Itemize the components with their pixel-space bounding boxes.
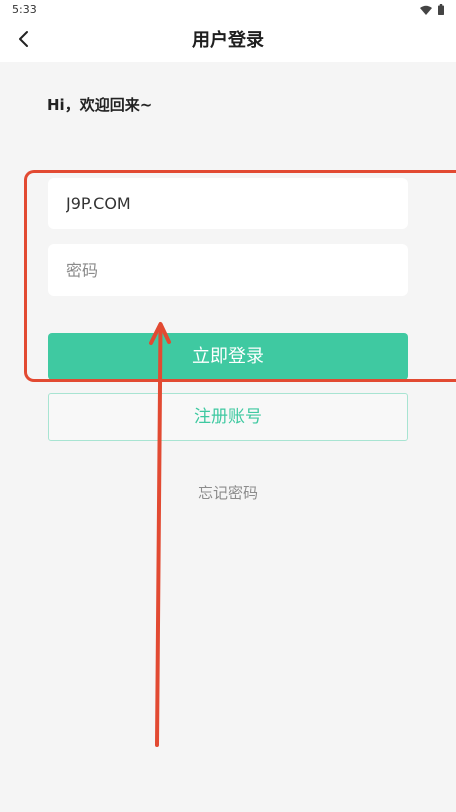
forgot-password-link[interactable]: 忘记密码 — [0, 482, 456, 503]
greeting-text: Hi，欢迎回来~ — [47, 96, 153, 114]
login-button[interactable]: 立即登录 — [48, 333, 408, 380]
status-bar: 5:33 — [0, 0, 456, 20]
status-time: 5:33 — [12, 3, 37, 16]
status-icons — [420, 4, 444, 15]
register-button[interactable]: 注册账号 — [48, 393, 408, 441]
page-title: 用户登录 — [192, 30, 264, 51]
wifi-icon — [420, 5, 432, 15]
username-input[interactable] — [48, 178, 408, 229]
password-input[interactable] — [48, 244, 408, 296]
battery-icon — [438, 4, 444, 15]
top-area: 5:33 用户登录 — [0, 0, 456, 62]
header: 用户登录 — [0, 20, 456, 62]
back-button[interactable] — [10, 27, 38, 55]
chevron-left-icon — [17, 30, 31, 52]
